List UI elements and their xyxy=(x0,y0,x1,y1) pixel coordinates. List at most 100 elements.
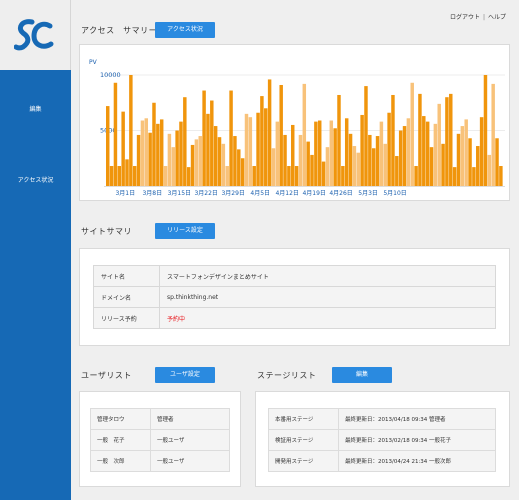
sidebar: 編集 アクセス状況 xyxy=(0,0,71,500)
release-settings-button[interactable]: リリース設定 xyxy=(155,223,215,239)
sidebar-item-access-status[interactable]: アクセス状況 xyxy=(0,175,71,184)
chart-bar xyxy=(213,126,218,186)
chart-bar xyxy=(190,144,195,186)
user-name: 管理タロウ xyxy=(90,408,151,430)
chart-bar xyxy=(237,149,241,186)
user-role: 一般ユーザ xyxy=(150,429,230,451)
chart-bar xyxy=(337,94,341,186)
chart-bar xyxy=(136,134,141,186)
chart-bar xyxy=(198,136,202,186)
chart-bar xyxy=(341,166,345,186)
user-table: 管理タロウ 管理者 一般 花子 一般ユーザ 一般 次郎 一般ユーザ xyxy=(90,408,230,472)
chart-bar xyxy=(410,82,414,186)
chart-bar xyxy=(325,147,330,186)
chart-bar xyxy=(329,120,334,186)
chart-bar xyxy=(163,166,168,186)
table-row: サイト名 スマートフォンデザインまとめサイト xyxy=(93,265,496,287)
user-list-panel: 管理タロウ 管理者 一般 花子 一般ユーザ 一般 次郎 一般ユーザ xyxy=(79,391,241,487)
table-row: ドメイン名 sp.thinkthing.net xyxy=(93,286,496,308)
y-axis-label: PV xyxy=(89,59,98,66)
chart-bar xyxy=(391,94,395,186)
release-reservation-label: リリース予約 xyxy=(93,307,160,329)
domain-label: ドメイン名 xyxy=(93,286,160,308)
chart-bar xyxy=(194,139,199,186)
chart-bar xyxy=(310,154,314,186)
access-summary-title: アクセス サマリー xyxy=(81,26,158,35)
chart-bar xyxy=(125,159,129,186)
logout-link[interactable]: ログアウト xyxy=(450,14,480,21)
chart-bar xyxy=(383,143,387,186)
x-tick-label: 3月15日 xyxy=(168,190,191,197)
chart-bar xyxy=(221,143,226,186)
chart-bar xyxy=(171,147,175,186)
chart-bar xyxy=(106,106,110,186)
header-separator: | xyxy=(482,14,485,21)
chart-bar xyxy=(402,126,407,186)
chart-bar xyxy=(437,103,441,186)
chart-bar xyxy=(306,141,310,186)
stage-edit-button[interactable]: 編集 xyxy=(332,367,392,383)
chart-bar xyxy=(298,134,303,186)
site-name-label: サイト名 xyxy=(93,265,160,287)
user-name: 一般 花子 xyxy=(90,429,151,451)
chart-bar xyxy=(132,166,137,186)
chart-bar xyxy=(144,118,149,186)
chart-bar xyxy=(186,167,191,186)
chart-bar xyxy=(499,166,503,186)
chart-bar xyxy=(464,119,468,186)
chart-bar xyxy=(449,93,453,186)
chart-bar xyxy=(121,111,125,186)
chart-bar xyxy=(445,97,449,186)
y-tick-label: 10000 xyxy=(100,71,121,79)
access-chart-panel: PV 100005000 3月1日3月8日3月15日3月22日3月29日4月5日… xyxy=(79,44,510,201)
chart-bar xyxy=(225,166,229,186)
chart-bar xyxy=(333,128,337,186)
chart-bar xyxy=(398,130,403,186)
x-tick-label: 5月10日 xyxy=(383,190,406,197)
chart-bar xyxy=(175,130,179,186)
chart-bar xyxy=(279,84,283,186)
chart-bar xyxy=(264,108,268,186)
chart-bar xyxy=(429,147,434,186)
release-status-value: 予約中 xyxy=(159,307,496,329)
chart-bar xyxy=(452,167,457,186)
chart-bar xyxy=(375,136,380,186)
chart-bar xyxy=(425,121,430,186)
site-summary-panel: サイト名 スマートフォンデザインまとめサイト ドメイン名 sp.thinkthi… xyxy=(79,248,510,346)
chart-bar xyxy=(468,138,472,186)
chart-bar xyxy=(352,146,357,186)
x-tick-label: 4月26日 xyxy=(329,190,352,197)
chart-bar xyxy=(240,158,245,186)
chart-bar xyxy=(202,90,206,186)
logo[interactable] xyxy=(0,0,71,70)
stage-info: 最終更新日：2013/02/18 09:34 一般花子 xyxy=(338,429,496,451)
chart-bar xyxy=(422,116,426,186)
sidebar-item-edit[interactable]: 編集 xyxy=(0,104,71,113)
chart-bar xyxy=(291,124,295,186)
user-name: 一般 次郎 xyxy=(90,450,151,472)
stage-table: 本番用ステージ 最終更新日：2013/04/18 09:34 管理者 検証用ステー… xyxy=(268,408,496,472)
stage-list-title: ステージリスト xyxy=(257,371,317,380)
chart-bar xyxy=(210,100,214,186)
user-role: 一般ユーザ xyxy=(150,450,230,472)
stage-info: 最終更新日：2013/04/18 09:34 管理者 xyxy=(338,408,496,430)
chart-bar xyxy=(360,114,364,186)
chart-bar xyxy=(476,146,480,186)
chart-bar xyxy=(267,79,272,186)
user-role: 管理者 xyxy=(150,408,230,430)
chart-bar xyxy=(344,118,349,186)
chart-bar xyxy=(456,133,461,186)
site-summary-title: サイトサマリ xyxy=(81,227,132,236)
help-link[interactable]: ヘルプ xyxy=(488,14,506,21)
stage-info: 最終更新日：2013/04/24 21:34 一般次郎 xyxy=(338,450,496,472)
access-status-button[interactable]: アクセス状況 xyxy=(155,22,215,38)
x-tick-label: 3月22日 xyxy=(194,190,217,197)
chart-bar xyxy=(418,93,422,186)
chart-bar xyxy=(460,126,465,186)
chart-bar xyxy=(414,166,418,186)
chart-bar xyxy=(379,121,384,186)
table-row: 検証用ステージ 最終更新日：2013/02/18 09:34 一般花子 xyxy=(268,429,496,451)
chart-bar xyxy=(233,136,237,186)
chart-bar xyxy=(479,117,484,186)
user-settings-button[interactable]: ユーザ設定 xyxy=(155,367,215,383)
